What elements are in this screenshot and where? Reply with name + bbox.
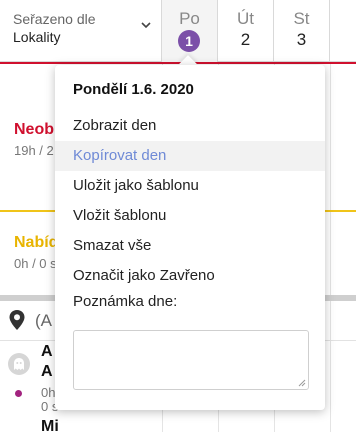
day-name: Út xyxy=(237,9,254,28)
day-column-monday[interactable]: Po 1 xyxy=(162,0,218,62)
sort-value: Lokality xyxy=(13,29,61,45)
resize-grip-icon[interactable] xyxy=(298,379,306,387)
schedule-header: Seřazeno dle Lokality Po 1 Út 2 St 3 xyxy=(0,0,356,62)
status-dot xyxy=(15,390,22,397)
ghost-avatar-icon xyxy=(8,353,30,375)
employee-name: Mi xyxy=(41,418,59,432)
menu-item-insert-template[interactable]: Vložit šablonu xyxy=(55,201,325,231)
unassigned-shifts-title: Neob xyxy=(14,121,54,138)
unassigned-shifts-summary: 19h / 2 xyxy=(14,143,54,158)
menu-item-delete-all[interactable]: Smazat vše xyxy=(55,231,325,261)
day-name: St xyxy=(293,9,310,28)
day-context-menu: Pondělí 1.6. 2020 Zobrazit den Kopírovat… xyxy=(55,65,325,410)
menu-item-copy-day[interactable]: Kopírovat den xyxy=(55,141,325,171)
chevron-down-icon xyxy=(141,22,151,29)
employee-name: A xyxy=(41,343,53,360)
menu-title: Pondělí 1.6. 2020 xyxy=(73,81,194,98)
employee-hours: 0h xyxy=(41,385,56,400)
menu-item-mark-closed[interactable]: Označit jako Zavřeno xyxy=(55,261,325,291)
offered-shifts-summary: 0h / 0 s xyxy=(14,256,57,271)
map-pin-icon xyxy=(9,310,25,330)
day-note-label: Poznámka dne: xyxy=(73,293,178,310)
day-number-badge: 1 xyxy=(178,30,200,52)
offered-shifts-title: Nabíd xyxy=(14,234,59,251)
day-number: 2 xyxy=(240,30,251,49)
day-note-textarea[interactable] xyxy=(73,330,309,390)
menu-item-save-template[interactable]: Uložit jako šablonu xyxy=(55,171,325,201)
day-name: Po xyxy=(179,9,200,28)
day-column-wednesday[interactable]: St 3 xyxy=(274,0,330,62)
menu-item-show-day[interactable]: Zobrazit den xyxy=(55,111,325,141)
sort-dropdown[interactable]: Seřazeno dle Lokality xyxy=(0,0,162,62)
employee-name-line2: A xyxy=(41,363,53,380)
day-number: 3 xyxy=(296,30,307,49)
location-name: (A xyxy=(35,311,52,330)
day-column-tuesday[interactable]: Út 2 xyxy=(218,0,274,62)
sort-label: Seřazeno dle xyxy=(13,11,96,27)
